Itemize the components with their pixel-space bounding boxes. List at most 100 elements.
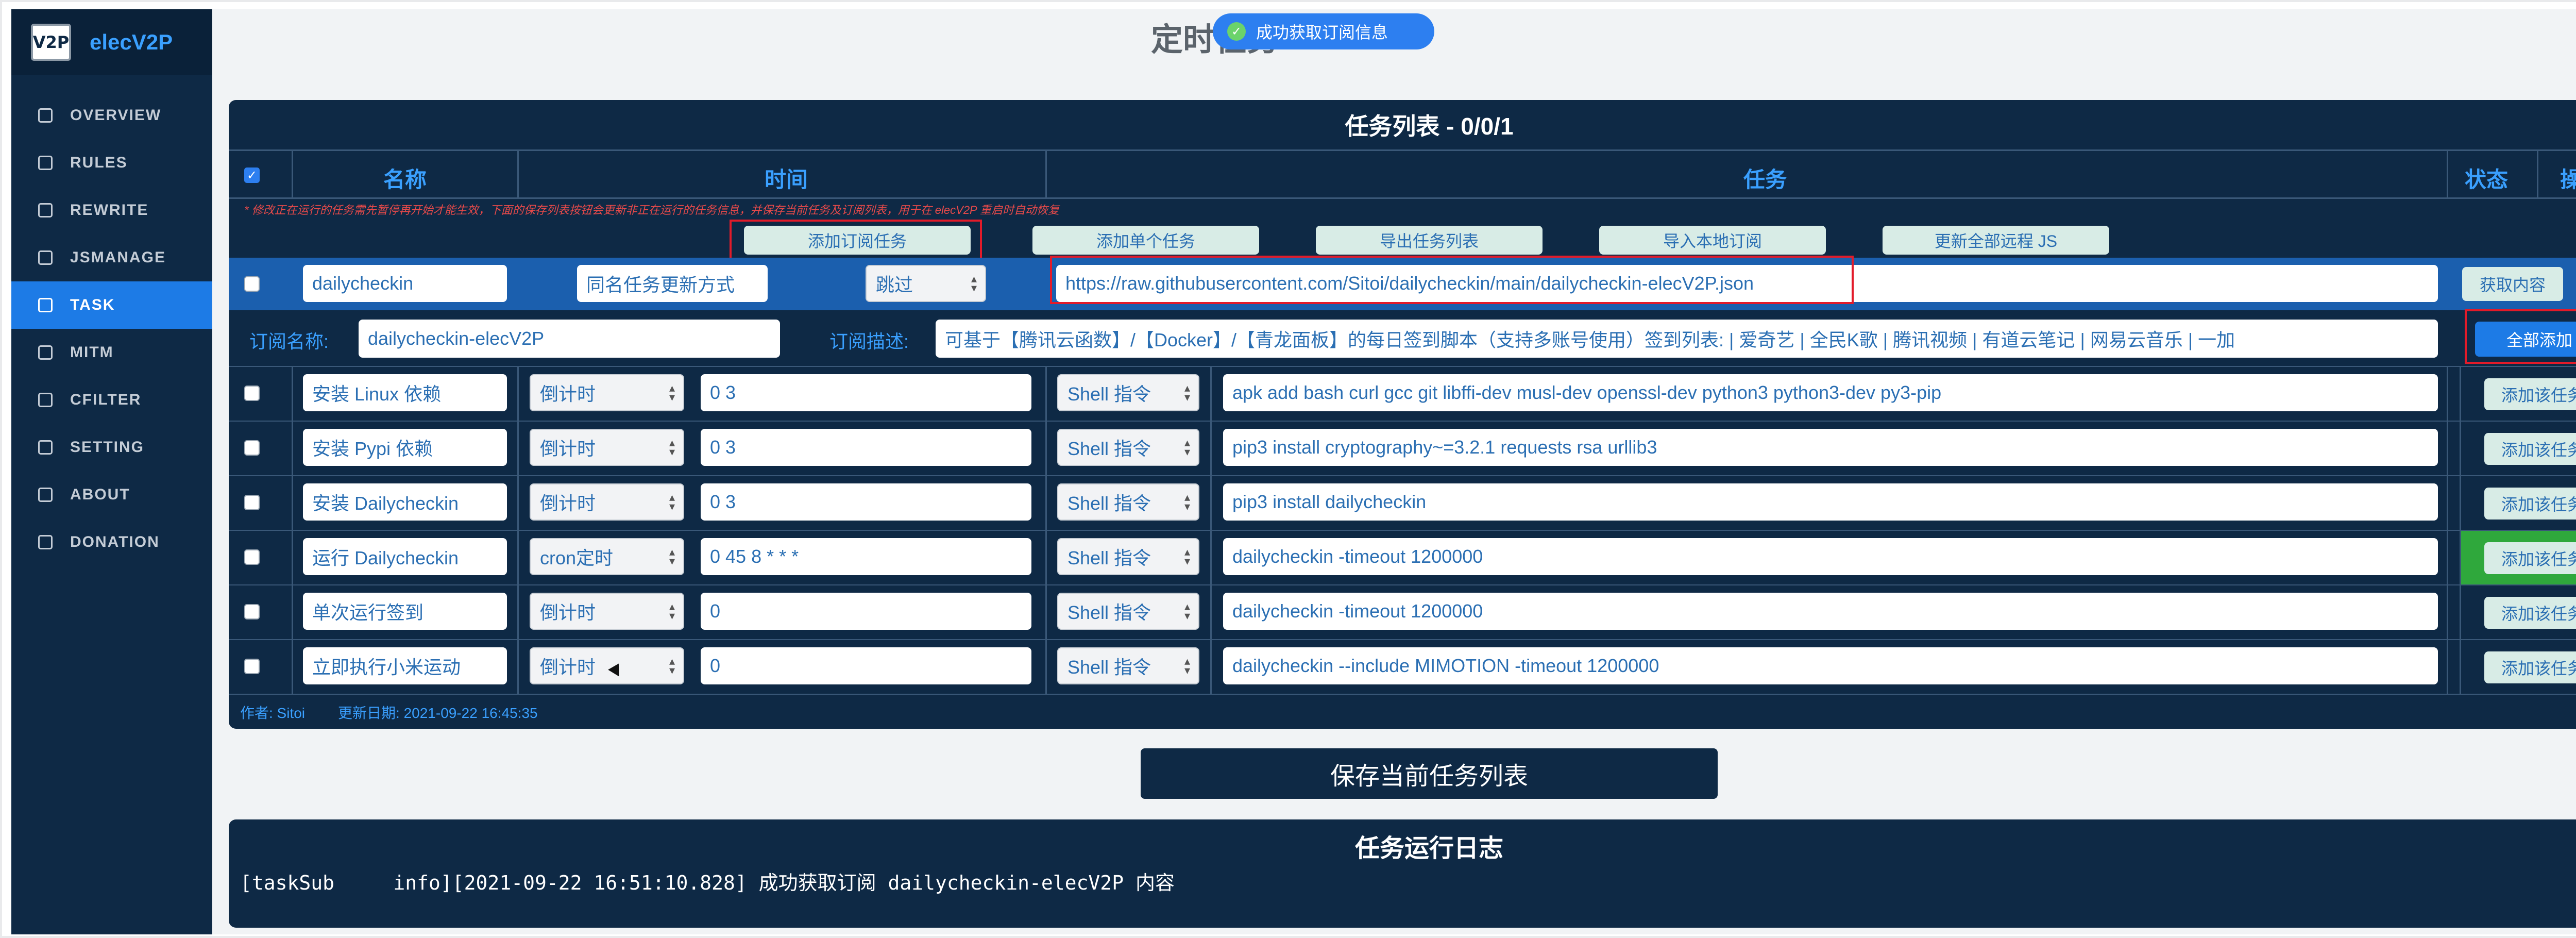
task-kind-value: Shell 指令 bbox=[1067, 438, 1151, 459]
toast-text: 成功获取订阅信息 bbox=[1256, 23, 1388, 42]
task-kind-value: Shell 指令 bbox=[1067, 602, 1151, 623]
task-panel: 任务列表 - 0/0/1 ✓ 名称 时间 任务 状态 操作 * 修改正在运行的任… bbox=[229, 100, 2576, 729]
task-row: 单次运行签到 倒计时 ▴ ▾ 0 Shell 指令 ▴ ▾ dailycheckin -… bbox=[229, 585, 2576, 640]
log-text: [taskSub info][2021-09-22 16:51:10.828] … bbox=[240, 872, 1175, 894]
gear-icon bbox=[38, 440, 53, 455]
sub-desc-input[interactable]: 可基于【腾讯云函数】/【Docker】/【青龙面板】的每日签到脚本（支持多账号使… bbox=[936, 320, 2438, 358]
panel-title: 任务列表 - 0/0/1 bbox=[1345, 113, 1514, 140]
highlight-box bbox=[1050, 256, 1854, 304]
col-name: 名称 bbox=[383, 167, 427, 192]
select-arrow-icon: ▴ ▾ bbox=[1184, 491, 1190, 513]
task-name-input[interactable]: 安装 Linux 依赖 bbox=[303, 374, 507, 411]
task-type-select[interactable]: 倒计时 ▴ ▾ bbox=[530, 483, 684, 521]
task-command-input[interactable]: dailycheckin -timeout 1200000 bbox=[1223, 593, 2438, 630]
select-all-checkbox[interactable]: ✓ bbox=[244, 167, 260, 183]
save-task-list-button[interactable]: 保存当前任务列表 bbox=[1141, 748, 1718, 799]
task-time-input[interactable]: 0 45 8 * * * bbox=[701, 538, 1031, 575]
update-remote-js-button[interactable]: 更新全部远程 JS bbox=[1883, 226, 2109, 255]
task-kind-select[interactable]: Shell 指令 ▴ ▾ bbox=[1057, 483, 1199, 521]
nav-label: JSMANAGE bbox=[70, 249, 166, 266]
log-panel: 任务运行日志 [taskSub info][2021-09-22 16:51:1… bbox=[229, 819, 2576, 928]
list-icon bbox=[38, 298, 53, 312]
row-checkbox[interactable] bbox=[244, 276, 260, 292]
task-type-value: cron定时 bbox=[540, 547, 614, 568]
select-arrow-icon: ▴ ▾ bbox=[1184, 545, 1190, 567]
task-name-input[interactable]: 安装 Dailycheckin bbox=[303, 483, 507, 521]
task-command-input[interactable]: pip3 install cryptography~=3.2.1 request… bbox=[1223, 429, 2438, 466]
task-time-input[interactable]: 0 3 bbox=[701, 429, 1031, 466]
row-checkbox[interactable] bbox=[244, 659, 260, 674]
task-command-input[interactable]: apk add bash curl gcc git libffi-dev mus… bbox=[1223, 374, 2438, 411]
task-time-input[interactable]: 0 bbox=[701, 647, 1031, 684]
task-name-input[interactable]: 立即执行小米运动 bbox=[303, 647, 507, 684]
app-logo: V2P bbox=[31, 24, 71, 61]
task-type-select[interactable]: 倒计时 ▴ ▾ bbox=[530, 429, 684, 466]
import-local-button[interactable]: 导入本地订阅 bbox=[1599, 226, 1826, 255]
col-action: 操作 bbox=[2560, 167, 2576, 192]
task-time-input[interactable]: 0 3 bbox=[701, 483, 1031, 521]
task-type-select[interactable]: cron定时 ▴ ▾ bbox=[530, 538, 684, 575]
task-type-value: 倒计时 bbox=[540, 657, 596, 678]
add-task-button[interactable]: 添加该任务 bbox=[2484, 597, 2576, 629]
certificate-icon bbox=[38, 345, 53, 360]
add-task-button[interactable]: 添加该任务 bbox=[2484, 488, 2576, 520]
row-checkbox[interactable] bbox=[244, 440, 260, 456]
task-name-input[interactable]: 运行 Dailycheckin bbox=[303, 538, 507, 575]
task-type-select[interactable]: 倒计时 ▴ ▾ bbox=[530, 647, 684, 684]
sub-desc-label: 订阅描述: bbox=[829, 331, 909, 352]
task-name-input[interactable]: 单次运行签到 bbox=[303, 593, 507, 630]
task-name-input[interactable]: 安装 Pypi 依赖 bbox=[303, 429, 507, 466]
highlight-box bbox=[2465, 309, 2576, 364]
task-command-input[interactable]: dailycheckin --include MIMOTION -timeout… bbox=[1223, 647, 2438, 684]
nav-item-overview[interactable]: OVERVIEW bbox=[11, 92, 212, 139]
update-mode-select[interactable]: 跳过 ▴ ▾ bbox=[866, 265, 986, 302]
nav-label: ABOUT bbox=[70, 486, 130, 503]
nav-item-donation[interactable]: DONATION bbox=[11, 518, 212, 566]
terminal-icon bbox=[38, 250, 53, 265]
fetch-content-button[interactable]: 获取内容 bbox=[2462, 267, 2563, 301]
nav-item-cfilter[interactable]: CFILTER bbox=[11, 376, 212, 424]
nav-item-rules[interactable]: RULES bbox=[11, 139, 212, 187]
update-mode-label: 同名任务更新方式 bbox=[577, 265, 768, 302]
task-row: 安装 Dailycheckin 倒计时 ▴ ▾ 0 3 Shell 指令 ▴ ▾ pip… bbox=[229, 476, 2576, 531]
add-task-button[interactable]: 添加该任务 bbox=[2484, 542, 2576, 574]
nav-item-setting[interactable]: SETTING bbox=[11, 424, 212, 471]
brand: V2P elecV2P bbox=[11, 9, 212, 75]
nav-item-mitm[interactable]: MITM bbox=[11, 329, 212, 376]
nav-label: OVERVIEW bbox=[70, 107, 162, 124]
task-command-input[interactable]: pip3 install dailycheckin bbox=[1223, 483, 2438, 521]
row-checkbox[interactable] bbox=[244, 549, 260, 565]
task-time-input[interactable]: 0 bbox=[701, 593, 1031, 630]
row-checkbox[interactable] bbox=[244, 604, 260, 619]
task-type-select[interactable]: 倒计时 ▴ ▾ bbox=[530, 374, 684, 411]
col-status: 状态 bbox=[2465, 167, 2509, 192]
nav-item-rewrite[interactable]: REWRITE bbox=[11, 187, 212, 234]
task-kind-select[interactable]: Shell 指令 ▴ ▾ bbox=[1057, 374, 1199, 411]
sub-display-name-input[interactable]: dailycheckin-elecV2P bbox=[359, 320, 780, 358]
add-task-button[interactable]: 添加该任务 bbox=[2484, 378, 2576, 410]
row-checkbox[interactable] bbox=[244, 495, 260, 510]
task-time-input[interactable]: 0 3 bbox=[701, 374, 1031, 411]
nav-item-jsmanage[interactable]: JSMANAGE bbox=[11, 234, 212, 281]
task-kind-select[interactable]: Shell 指令 ▴ ▾ bbox=[1057, 429, 1199, 466]
task-kind-select[interactable]: Shell 指令 ▴ ▾ bbox=[1057, 538, 1199, 575]
row-checkbox[interactable] bbox=[244, 386, 260, 401]
export-list-button[interactable]: 导出任务列表 bbox=[1316, 226, 1543, 255]
task-kind-select[interactable]: Shell 指令 ▴ ▾ bbox=[1057, 647, 1199, 684]
check-icon: ✓ bbox=[1227, 22, 1246, 41]
grid-icon bbox=[38, 108, 53, 123]
add-single-task-button[interactable]: 添加单个任务 bbox=[1032, 226, 1259, 255]
task-command-input[interactable]: dailycheckin -timeout 1200000 bbox=[1223, 538, 2438, 575]
select-arrow-icon: ▴ ▾ bbox=[669, 436, 675, 458]
nav-label: CFILTER bbox=[70, 391, 142, 408]
task-type-select[interactable]: 倒计时 ▴ ▾ bbox=[530, 593, 684, 630]
nav-label: REWRITE bbox=[70, 202, 149, 219]
sub-name-input[interactable]: dailycheckin bbox=[303, 265, 507, 302]
task-kind-select[interactable]: Shell 指令 ▴ ▾ bbox=[1057, 593, 1199, 630]
add-task-button[interactable]: 添加该任务 bbox=[2484, 651, 2576, 683]
nav-item-task[interactable]: TASK bbox=[11, 281, 212, 329]
author-text: 作者: Sitoi bbox=[240, 705, 306, 721]
add-task-button[interactable]: 添加该任务 bbox=[2484, 433, 2576, 465]
sub-name-label: 订阅名称: bbox=[249, 331, 329, 352]
nav-item-about[interactable]: ABOUT bbox=[11, 471, 212, 518]
